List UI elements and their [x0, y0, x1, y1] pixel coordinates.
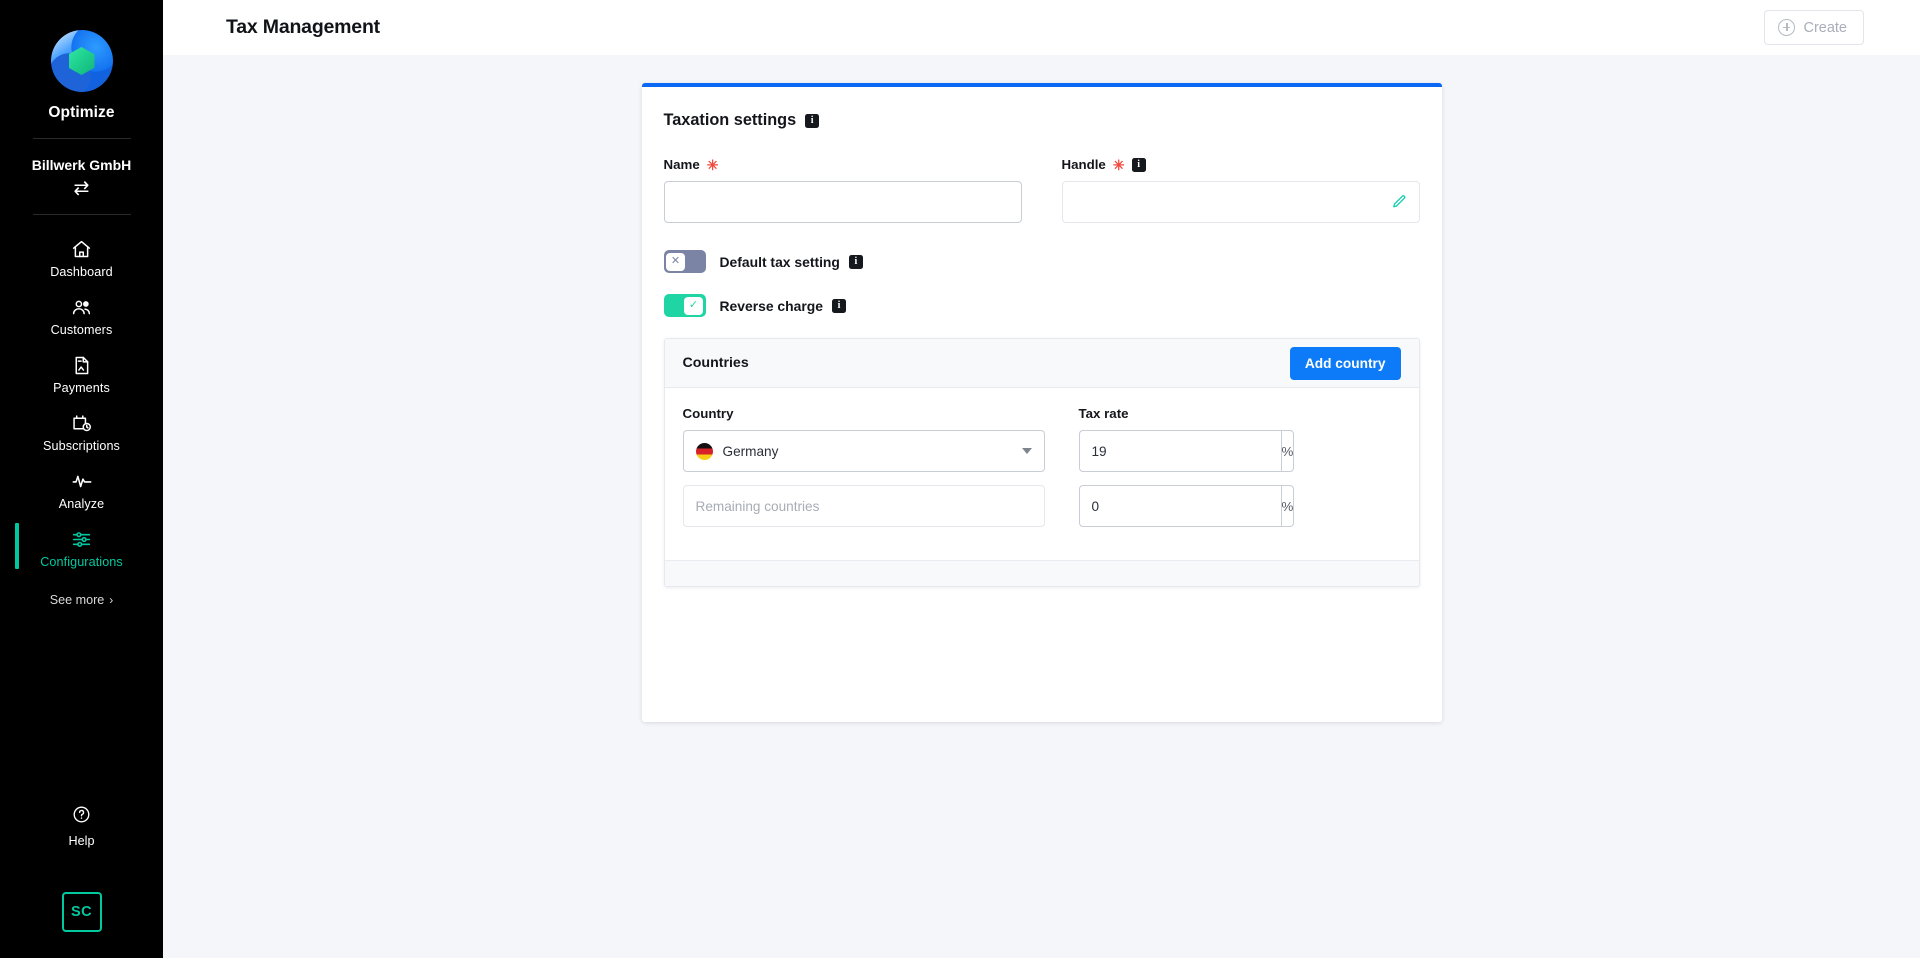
name-label: Name ✳	[664, 157, 1022, 172]
tax-rate-input[interactable]	[1078, 430, 1281, 472]
reverse-charge-toggle[interactable]: ✓	[663, 294, 706, 317]
chevron-right-icon: ›	[109, 593, 114, 607]
pencil-icon[interactable]	[1390, 193, 1408, 211]
question-circle-icon	[72, 805, 91, 829]
main-area: Tax Management Create Taxation settings …	[163, 0, 1920, 958]
table-row: Remaining countries %	[682, 485, 1401, 527]
default-tax-setting-row: ✕ Default tax setting i	[663, 250, 1420, 273]
add-country-button[interactable]: Add country	[1289, 346, 1401, 380]
countries-panel-body: Country Tax rate Germany 19 % Remaining …	[664, 388, 1419, 560]
country-name-label: Germany	[722, 443, 779, 459]
name-field-group: Name ✳	[663, 157, 1022, 223]
tax-rate-group: %	[1078, 430, 1295, 472]
create-button[interactable]: Create	[1764, 10, 1864, 45]
content-area: Taxation settings i Name ✳ Handle ✳ i ✕ …	[163, 55, 1920, 958]
app-root: Optimize Billwerk GmbH ⇄ Dashboard Custo…	[0, 0, 1920, 958]
sidebar-item-configurations[interactable]: Configurations	[0, 519, 163, 577]
sidebar-item-label: Help	[68, 834, 95, 848]
sidebar-divider-top	[32, 138, 131, 139]
countries-panel-footer	[664, 560, 1419, 586]
sidebar-item-payments[interactable]: Payments	[0, 345, 163, 403]
default-tax-setting-toggle[interactable]: ✕	[663, 250, 706, 273]
required-asterisk: ✳	[1112, 156, 1125, 173]
sidebar-item-customers[interactable]: Customers	[0, 287, 163, 345]
topbar: Tax Management Create	[163, 0, 1920, 55]
sidebar-bottom: Help SC	[0, 805, 163, 958]
card-header: Taxation settings i	[642, 87, 1442, 130]
toggle-knob: ✓	[684, 296, 703, 315]
pulse-icon	[71, 470, 93, 492]
sidebar-item-label: Subscriptions	[43, 439, 120, 453]
percent-suffix: %	[1280, 430, 1295, 472]
sidebar: Optimize Billwerk GmbH ⇄ Dashboard Custo…	[0, 0, 163, 958]
name-handle-row: Name ✳ Handle ✳ i	[663, 157, 1420, 223]
logo-cube-shape	[68, 47, 95, 75]
home-icon	[71, 238, 93, 260]
name-input[interactable]	[663, 181, 1022, 223]
brand-name: Optimize	[48, 104, 115, 121]
chevron-down-icon	[1021, 448, 1032, 454]
switch-org-icon[interactable]: ⇄	[74, 179, 90, 198]
see-more-label: See more	[49, 593, 105, 607]
card-body: Name ✳ Handle ✳ i ✕ Default tax setting …	[642, 130, 1442, 587]
see-more-button[interactable]: See more ›	[0, 593, 163, 607]
percent-suffix: %	[1280, 485, 1295, 527]
sidebar-item-dashboard[interactable]: Dashboard	[0, 229, 163, 287]
organization-name: Billwerk GmbH	[31, 157, 132, 173]
avatar[interactable]: SC	[61, 892, 102, 932]
handle-label: Handle ✳ i	[1062, 157, 1420, 172]
column-header-tax-rate: Tax rate	[1078, 406, 1129, 421]
info-icon[interactable]: i	[1131, 157, 1146, 172]
card-title: Taxation settings	[663, 111, 797, 129]
countries-title: Countries	[682, 355, 749, 371]
countries-panel-header: Countries Add country	[664, 339, 1419, 388]
country-select-germany[interactable]: Germany	[682, 430, 1045, 472]
sidebar-item-subscriptions[interactable]: Subscriptions	[0, 403, 163, 461]
create-button-label: Create	[1803, 19, 1847, 36]
optimize-logo-icon	[50, 30, 113, 92]
handle-field-group: Handle ✳ i	[1061, 157, 1420, 223]
document-icon	[71, 354, 93, 376]
sidebar-item-label: Customers	[50, 323, 113, 337]
sidebar-item-help[interactable]: Help	[68, 805, 95, 848]
sidebar-item-label: Dashboard	[50, 265, 113, 279]
users-icon	[71, 296, 93, 318]
sliders-icon	[71, 528, 93, 550]
toggle-label-text: Default tax setting	[719, 253, 840, 270]
reverse-charge-row: ✓ Reverse charge i	[663, 294, 1420, 317]
handle-input[interactable]	[1061, 181, 1420, 223]
sidebar-item-analyze[interactable]: Analyze	[0, 461, 163, 519]
tax-rate-input[interactable]	[1078, 485, 1281, 527]
reverse-charge-label: Reverse charge i	[720, 298, 846, 314]
sidebar-item-label: Payments	[53, 381, 110, 395]
sidebar-divider-org	[32, 214, 131, 215]
tax-rate-group: %	[1078, 485, 1295, 527]
toggle-label-text: Reverse charge	[719, 297, 823, 314]
calendar-clock-icon	[71, 412, 93, 434]
country-placeholder-label: Remaining countries	[695, 498, 820, 514]
countries-table-header: Country Tax rate	[683, 406, 1401, 421]
toggle-knob: ✕	[666, 252, 685, 271]
column-header-country: Country	[682, 406, 734, 421]
country-select-remaining: Remaining countries	[682, 485, 1045, 527]
name-label-text: Name	[663, 157, 700, 172]
sidebar-item-label: Configurations	[40, 555, 123, 569]
info-icon[interactable]: i	[831, 298, 846, 313]
sidebar-item-label: Analyze	[58, 497, 105, 511]
countries-panel: Countries Add country Country Tax rate G…	[663, 338, 1420, 587]
info-icon[interactable]: i	[805, 113, 820, 128]
table-row: Germany %	[682, 430, 1401, 472]
plus-circle-icon	[1778, 19, 1796, 36]
info-icon[interactable]: i	[848, 254, 863, 269]
toggles-group: ✕ Default tax setting i ✓ Reverse charge…	[663, 250, 1420, 317]
handle-label-text: Handle	[1061, 157, 1106, 172]
handle-input-wrapper	[1061, 181, 1420, 223]
default-tax-setting-label: Default tax setting i	[720, 254, 863, 270]
taxation-settings-card: Taxation settings i Name ✳ Handle ✳ i ✕ …	[641, 83, 1442, 722]
page-title: Tax Management	[226, 16, 380, 38]
required-asterisk: ✳	[706, 156, 719, 173]
flag-germany-icon	[695, 442, 713, 460]
sidebar-nav: Dashboard Customers Payments Subscriptio…	[0, 229, 163, 607]
